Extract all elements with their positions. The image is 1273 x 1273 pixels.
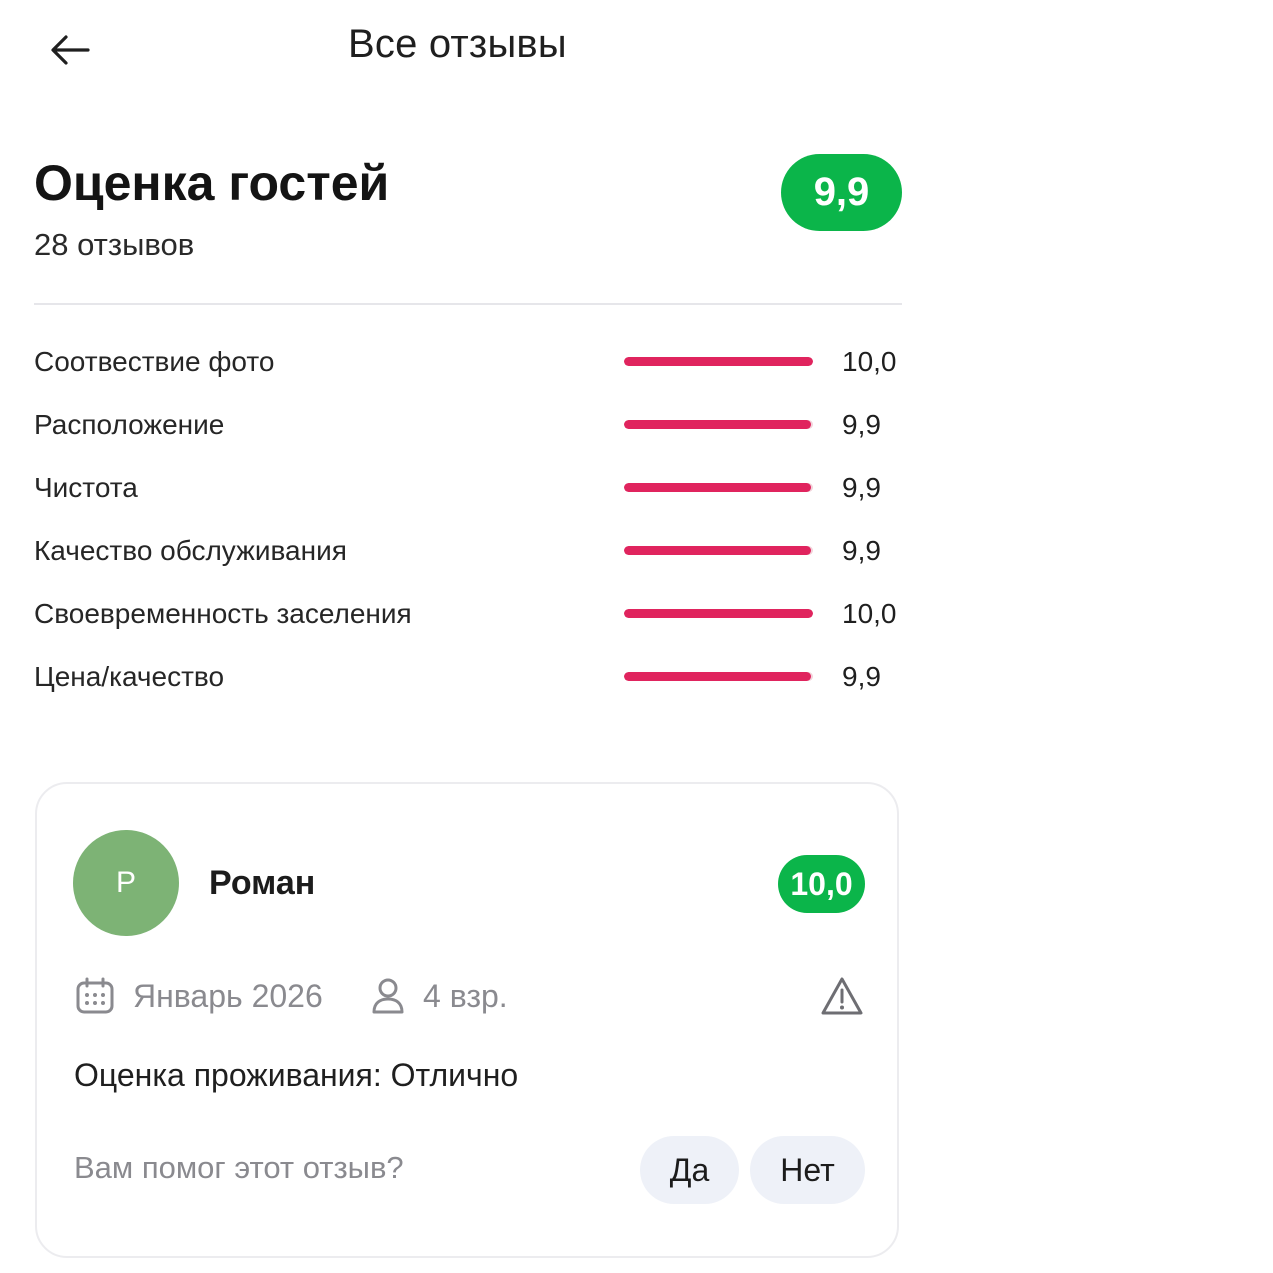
rating-value: 9,9	[842, 535, 881, 566]
rating-row-checkin: Своевременность заселения 10,0	[34, 594, 902, 634]
rating-bar	[624, 546, 813, 555]
avatar: Р	[73, 830, 179, 936]
arrow-left-icon	[51, 35, 90, 65]
rating-label: Качество обслуживания	[34, 535, 347, 566]
helpful-question: Вам помог этот отзыв?	[74, 1150, 404, 1185]
rating-row-service: Качество обслуживания 9,9	[34, 531, 902, 571]
rating-bar-fill	[624, 672, 812, 681]
report-button[interactable]	[819, 974, 865, 1018]
review-date: Январь 2026	[75, 974, 323, 1018]
review-guests: 4 взр.	[371, 974, 508, 1018]
rating-label: Цена/качество	[34, 661, 225, 692]
rating-label: Чистота	[34, 472, 138, 503]
rating-bar	[624, 672, 813, 681]
calendar-icon	[76, 977, 114, 1014]
rating-bar-fill	[624, 357, 813, 366]
rating-value: 10,0	[842, 346, 897, 377]
warning-icon	[821, 977, 863, 1015]
rating-row-photo: Соотвествие фото 10,0	[34, 342, 902, 382]
review-score-badge: 10,0	[778, 855, 865, 913]
rating-value: 9,9	[842, 472, 881, 503]
rating-value: 9,9	[842, 661, 881, 692]
review-card: Р Роман 10,0 Январь 2026 4 взр. Оценка п…	[35, 782, 899, 1258]
review-date-text: Январь 2026	[133, 977, 323, 1014]
rating-label: Своевременность заселения	[34, 598, 412, 629]
rating-bar	[624, 420, 813, 429]
divider	[34, 303, 902, 305]
rating-label: Расположение	[34, 409, 225, 440]
page-title: Все отзывы	[348, 22, 567, 66]
person-icon	[372, 978, 404, 1014]
rating-value: 9,9	[842, 409, 881, 440]
reviewer-name: Роман	[209, 864, 316, 902]
rating-row-location: Расположение 9,9	[34, 405, 902, 445]
rating-bar	[624, 357, 813, 366]
overall-score-badge: 9,9	[781, 154, 902, 231]
helpful-yes-button[interactable]: Да	[640, 1136, 739, 1204]
rating-value: 10,0	[842, 598, 897, 629]
rating-row-cleanliness: Чистота 9,9	[34, 468, 902, 508]
rating-bar-fill	[624, 609, 813, 618]
review-count: 28 отзывов	[34, 227, 195, 262]
rating-label: Соотвествие фото	[34, 346, 275, 377]
rating-bar-fill	[624, 420, 812, 429]
rating-bar	[624, 483, 813, 492]
review-guests-text: 4 взр.	[423, 977, 508, 1014]
rating-row-value: Цена/качество 9,9	[34, 657, 902, 697]
rating-bar-fill	[624, 546, 812, 555]
summary-title: Оценка гостей	[34, 155, 390, 211]
rating-bar	[624, 609, 813, 618]
review-text: Оценка проживания: Отлично	[74, 1057, 519, 1093]
back-button[interactable]	[48, 28, 92, 72]
rating-bar-fill	[624, 483, 812, 492]
helpful-no-button[interactable]: Нет	[750, 1136, 865, 1204]
